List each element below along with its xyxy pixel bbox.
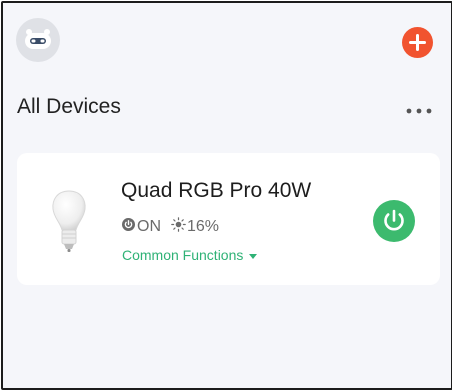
device-name: Quad RGB Pro 40W — [121, 179, 312, 202]
robot-avatar-icon — [25, 29, 51, 49]
power-icon — [384, 209, 404, 231]
device-status: ON 16% — [122, 217, 219, 237]
more-options-button[interactable] — [405, 103, 435, 114]
caret-down-icon — [249, 253, 258, 259]
power-toggle-button[interactable] — [373, 200, 415, 242]
common-functions-label: Common Functions — [122, 247, 244, 263]
page-title: All Devices — [17, 95, 121, 118]
brightness-value: 16% — [187, 218, 220, 235]
more-horizontal-icon — [406, 108, 432, 114]
avatar[interactable] — [16, 18, 60, 62]
power-state-icon — [122, 218, 137, 236]
common-functions-dropdown[interactable]: Common Functions — [122, 247, 258, 263]
light-bulb-icon — [52, 190, 86, 252]
power-state-text: ON — [137, 218, 161, 235]
brightness-icon — [161, 217, 187, 237]
plus-icon — [409, 34, 426, 51]
device-card[interactable]: Quad RGB Pro 40W ON 16% Common Functions — [17, 153, 440, 285]
app-window: All Devices Quad RGB Pro 40W ON 16% Comm… — [1, 1, 452, 390]
add-device-button[interactable] — [402, 27, 433, 58]
